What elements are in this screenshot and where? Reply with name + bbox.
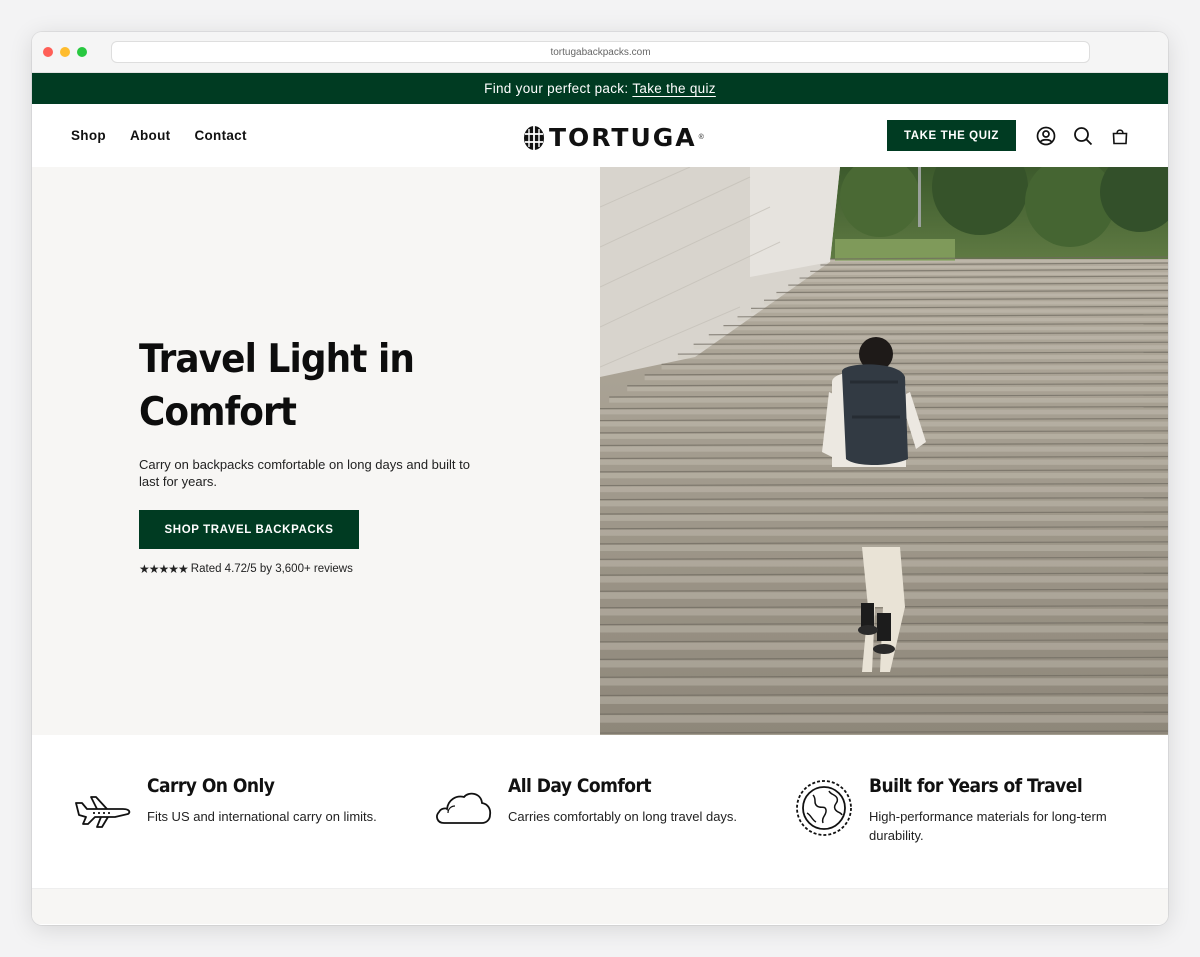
search-icon[interactable] bbox=[1072, 125, 1094, 147]
announcement-text: Find your perfect pack: bbox=[484, 81, 629, 96]
stair-tread bbox=[600, 529, 1168, 536]
hero-photo bbox=[600, 167, 1168, 735]
globe-icon bbox=[795, 779, 853, 837]
stair-tread bbox=[799, 279, 1168, 282]
hero-subtitle: Carry on backpacks comfortable on long d… bbox=[139, 457, 470, 489]
announcement-quiz-link[interactable]: Take the quiz bbox=[632, 81, 715, 96]
stair-tread bbox=[737, 317, 1168, 322]
stair-tread bbox=[751, 309, 1168, 313]
feature-desc: Carries comfortably on long travel days. bbox=[508, 809, 738, 824]
turtle-logo-icon bbox=[524, 125, 544, 150]
feature-title: All Day Comfort bbox=[508, 775, 652, 797]
stair-tread bbox=[600, 472, 1168, 479]
site-header: Shop About Contact TORTUGA ® TAKE THE QU… bbox=[32, 104, 1168, 167]
stair-tread bbox=[788, 286, 1168, 290]
features-section: Carry On Only Fits US and international … bbox=[32, 735, 1168, 888]
stair-tread bbox=[693, 345, 1168, 350]
stair-tread bbox=[708, 335, 1168, 340]
stair-tread bbox=[661, 365, 1168, 370]
cart-icon[interactable] bbox=[1109, 125, 1131, 147]
stair-tread bbox=[820, 266, 1168, 269]
stair-tread bbox=[600, 500, 1168, 507]
nav-contact[interactable]: Contact bbox=[194, 128, 246, 143]
rating-stars: ★★★★★ bbox=[139, 562, 189, 576]
browser-chrome: tortugabackpacks.com bbox=[32, 32, 1168, 73]
hero-section: Travel Light in Comfort Carry on backpac… bbox=[32, 167, 1168, 735]
airplane-icon bbox=[73, 779, 131, 837]
shop-backpacks-button[interactable]: SHOP TRAVEL BACKPACKS bbox=[139, 510, 359, 549]
stair-tread bbox=[600, 696, 1168, 704]
feature-desc: Fits US and international carry on limit… bbox=[147, 809, 377, 824]
stair-tread bbox=[600, 486, 1168, 493]
rating-text: Rated 4.72/5 by 3,600+ reviews bbox=[190, 563, 353, 575]
maximize-window-button[interactable] bbox=[77, 47, 87, 57]
stair-tread bbox=[810, 272, 1168, 276]
stair-tread bbox=[776, 293, 1168, 297]
feature-title: Built for Years of Travel bbox=[869, 775, 1083, 797]
cloud-icon bbox=[434, 779, 492, 837]
announcement-bar: Find your perfect pack: Take the quiz bbox=[32, 73, 1168, 104]
browser-window: tortugabackpacks.com Find your perfect p… bbox=[32, 32, 1168, 925]
main-nav: Shop About Contact bbox=[71, 104, 247, 167]
address-bar[interactable]: tortugabackpacks.com bbox=[111, 41, 1090, 63]
logo-registered-mark: ® bbox=[698, 134, 704, 141]
stair-tread bbox=[764, 301, 1168, 305]
stair-tread bbox=[830, 260, 1168, 263]
hero-title: Travel Light in Comfort bbox=[139, 337, 415, 435]
nav-about[interactable]: About bbox=[130, 128, 170, 143]
close-window-button[interactable] bbox=[43, 47, 53, 57]
feature-title: Carry On Only bbox=[147, 775, 275, 797]
stair-tread bbox=[677, 355, 1168, 360]
minimize-window-button[interactable] bbox=[60, 47, 70, 57]
stair-tread bbox=[723, 326, 1168, 331]
hero-content: Travel Light in Comfort Carry on backpac… bbox=[139, 333, 499, 576]
account-icon[interactable] bbox=[1035, 125, 1057, 147]
take-quiz-button[interactable]: TAKE THE QUIZ bbox=[887, 120, 1016, 151]
hero-stairs-illustration bbox=[600, 167, 1168, 735]
stair-tread bbox=[600, 678, 1168, 686]
next-section-band bbox=[32, 888, 1168, 924]
site-logo[interactable]: TORTUGA ® bbox=[523, 123, 704, 152]
url-text: tortugabackpacks.com bbox=[550, 46, 651, 58]
rating-row: ★★★★★ Rated 4.72/5 by 3,600+ reviews bbox=[139, 562, 499, 576]
nav-shop[interactable]: Shop bbox=[71, 128, 106, 143]
stair-tread bbox=[600, 715, 1168, 723]
window-controls bbox=[43, 47, 87, 57]
feature-desc: High-performance materials for long-term… bbox=[869, 809, 1107, 843]
stair-tread bbox=[644, 375, 1168, 381]
stair-tread bbox=[600, 515, 1168, 521]
logo-wordmark: TORTUGA bbox=[549, 123, 697, 152]
